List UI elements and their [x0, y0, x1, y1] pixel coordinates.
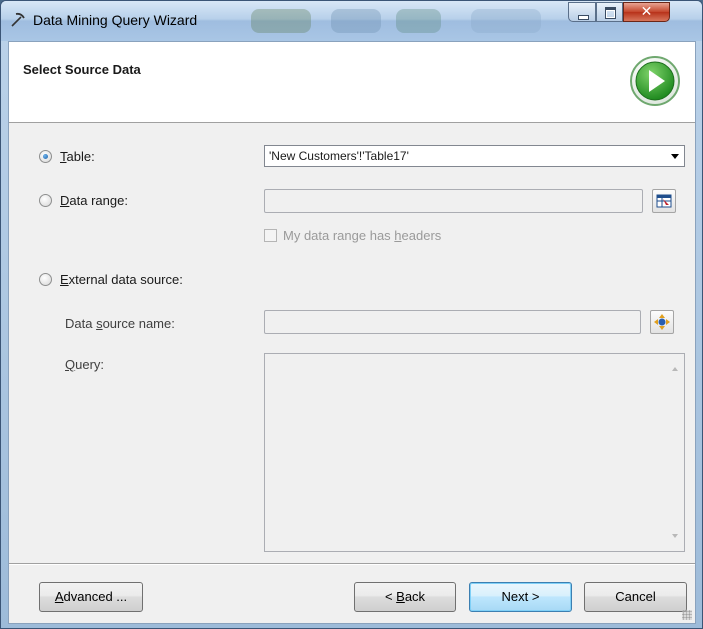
- minimize-button[interactable]: [568, 2, 596, 22]
- query-label: Query:: [65, 357, 105, 372]
- table-label: Table:: [60, 149, 95, 164]
- headers-checkbox[interactable]: [264, 229, 277, 242]
- green-play-icon: [630, 56, 680, 106]
- close-icon: ✕: [640, 4, 653, 20]
- headers-option[interactable]: My data range has headers: [264, 228, 441, 243]
- advanced-button[interactable]: Advanced ...: [39, 582, 143, 612]
- title-bar[interactable]: Data Mining Query Wizard ✕: [1, 1, 702, 41]
- external-source-radio[interactable]: [39, 273, 52, 286]
- range-picker-button[interactable]: [652, 189, 676, 213]
- data-source-name-label: Data source name:: [65, 316, 175, 331]
- close-button[interactable]: ✕: [623, 2, 670, 22]
- footer-separator: [9, 563, 695, 565]
- aero-blur: [331, 9, 381, 33]
- external-source-label: External data source:: [60, 272, 183, 287]
- cancel-button[interactable]: Cancel: [584, 582, 687, 612]
- aero-blur: [251, 9, 311, 33]
- aero-blur: [396, 9, 441, 33]
- aero-blur: [471, 9, 541, 33]
- scroll-down-icon[interactable]: [672, 534, 678, 538]
- back-button[interactable]: < Back: [354, 582, 456, 612]
- data-range-label: Data range:: [60, 193, 128, 208]
- data-range-radio[interactable]: [39, 194, 52, 207]
- data-source-icon: [654, 314, 670, 330]
- table-select[interactable]: 'New Customers'!'Table17': [264, 145, 685, 167]
- range-picker-icon: [656, 194, 672, 208]
- wizard-header: Select Source Data: [9, 42, 695, 123]
- external-source-option[interactable]: External data source:: [39, 272, 183, 287]
- table-option[interactable]: Table:: [39, 149, 95, 164]
- chevron-down-icon: [671, 154, 679, 159]
- page-title: Select Source Data: [23, 62, 141, 77]
- data-range-option[interactable]: Data range:: [39, 193, 128, 208]
- maximize-button[interactable]: [596, 2, 623, 22]
- wizard-window: Data Mining Query Wizard ✕ Select Source…: [0, 0, 703, 629]
- pickaxe-icon: [11, 12, 25, 27]
- table-radio[interactable]: [39, 150, 52, 163]
- data-source-browse-button[interactable]: [650, 310, 674, 334]
- scroll-up-icon[interactable]: [672, 367, 678, 371]
- headers-label: My data range has headers: [283, 228, 442, 243]
- resize-grip[interactable]: [682, 610, 692, 620]
- wizard-client: Select Source Data Table: 'New Customers…: [8, 41, 696, 624]
- data-source-name-input[interactable]: [264, 310, 641, 334]
- table-select-value: 'New Customers'!'Table17': [269, 149, 409, 163]
- query-textarea[interactable]: [264, 353, 685, 552]
- window-title: Data Mining Query Wizard: [33, 12, 198, 28]
- data-range-input[interactable]: [264, 189, 643, 213]
- next-button[interactable]: Next >: [469, 582, 572, 612]
